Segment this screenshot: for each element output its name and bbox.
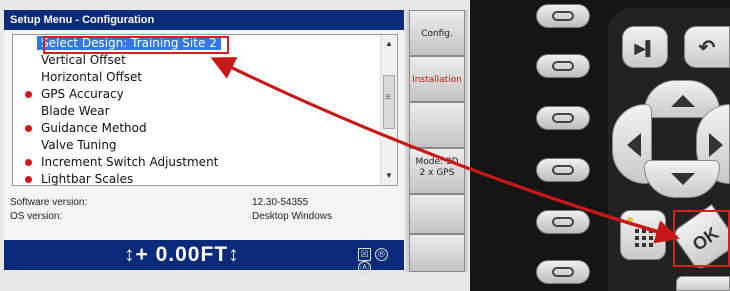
menu-item-label: Blade Wear <box>41 104 110 118</box>
required-dot-icon <box>25 91 32 98</box>
side-key-2[interactable] <box>536 54 590 78</box>
installation-softkey[interactable]: Installation <box>409 56 465 102</box>
menu-item[interactable]: Horizontal Offset <box>13 69 381 86</box>
status-a-icon: Ⓐ <box>358 261 371 274</box>
mode-line-1: Mode: 3D <box>415 157 459 167</box>
side-key-3[interactable] <box>536 106 590 130</box>
menu-item[interactable]: Vertical Offset <box>13 52 381 69</box>
status-icons: ☒ ® Ⓐ <box>358 248 404 274</box>
config-softkey[interactable]: Config. <box>409 10 465 56</box>
softkey-sidebar: Config. Installation Mode: 3D 2 x GPS <box>406 10 468 272</box>
offset-readout: ↕+ 0.00FT↕ <box>124 243 240 266</box>
os-version-label: OS version: <box>10 211 63 222</box>
software-version-value: 12.30-54355 <box>252 197 309 208</box>
menu-item-label: Select Design: Training Site 2 <box>37 36 221 50</box>
menu-panel: Select Design: Training Site 2 Vertical O… <box>4 30 404 192</box>
version-info: Software version: 12.30-54355 OS version… <box>4 192 404 240</box>
side-key-1[interactable] <box>536 4 590 28</box>
menu-item-label: Increment Switch Adjustment <box>41 155 219 169</box>
setup-menu-list[interactable]: Select Design: Training Site 2 Vertical O… <box>12 34 398 186</box>
blank-softkey-2[interactable] <box>409 194 465 234</box>
dpad-down-button[interactable] <box>644 160 720 198</box>
menu-item[interactable]: Select Design: Training Site 2 <box>13 35 381 52</box>
status-registered-icon: ® <box>375 248 389 261</box>
scroll-down-arrow-icon[interactable]: ▼ <box>381 169 397 183</box>
menu-item-label: Vertical Offset <box>41 53 126 67</box>
menu-scrollbar[interactable]: ▲ ▼ <box>380 35 397 185</box>
os-version-value: Desktop Windows <box>252 211 333 222</box>
blank-softkey-1[interactable] <box>409 102 465 148</box>
keypad-grid-button[interactable] <box>620 210 666 260</box>
menu-item[interactable]: Blade Wear <box>13 103 381 120</box>
keypad-grid-icon <box>627 217 653 247</box>
software-version-row: Software version: 12.30-54355 <box>10 196 400 210</box>
next-icon[interactable]: ▶▌ <box>622 26 668 68</box>
mode-line-2: 2 x GPS <box>419 168 455 178</box>
mode-softkey[interactable]: Mode: 3D 2 x GPS <box>409 148 465 194</box>
arrow-down-icon <box>671 173 695 185</box>
side-key-4[interactable] <box>536 158 590 182</box>
menu-item-label: GPS Accuracy <box>41 87 124 101</box>
menu-item[interactable]: Guidance Method <box>13 120 381 137</box>
menu-item-label: Valve Tuning <box>41 138 117 152</box>
menu-item-label: Lightbar Scales <box>41 172 134 186</box>
scroll-thumb[interactable] <box>383 75 395 129</box>
required-dot-icon <box>25 176 32 183</box>
bottom-key[interactable] <box>676 276 730 291</box>
scroll-up-arrow-icon[interactable]: ▲ <box>381 37 397 51</box>
menu-item-label: Horizontal Offset <box>41 70 143 84</box>
software-version-label: Software version: <box>10 197 88 208</box>
window-title: Setup Menu - Configuration <box>4 10 404 30</box>
menu-items: Select Design: Training Site 2 Vertical O… <box>13 35 381 186</box>
menu-item[interactable]: Increment Switch Adjustment <box>13 154 381 171</box>
side-key-6[interactable] <box>536 260 590 284</box>
ok-button-highlight <box>673 210 730 267</box>
required-dot-icon <box>25 125 32 132</box>
menu-item[interactable]: Lightbar Scales <box>13 171 381 186</box>
undo-icon[interactable]: ↶ <box>684 26 730 68</box>
os-version-row: OS version: Desktop Windows <box>10 210 400 224</box>
menu-item-label: Guidance Method <box>41 121 147 135</box>
side-key-5[interactable] <box>536 210 590 234</box>
menu-item[interactable]: Valve Tuning <box>13 137 381 154</box>
status-bar: ↕+ 0.00FT↕ ☒ ® Ⓐ <box>4 240 404 274</box>
required-dot-icon <box>25 159 32 166</box>
blank-softkey-3[interactable] <box>409 234 465 272</box>
menu-item[interactable]: GPS Accuracy <box>13 86 381 103</box>
status-box-icon: ☒ <box>358 248 371 261</box>
